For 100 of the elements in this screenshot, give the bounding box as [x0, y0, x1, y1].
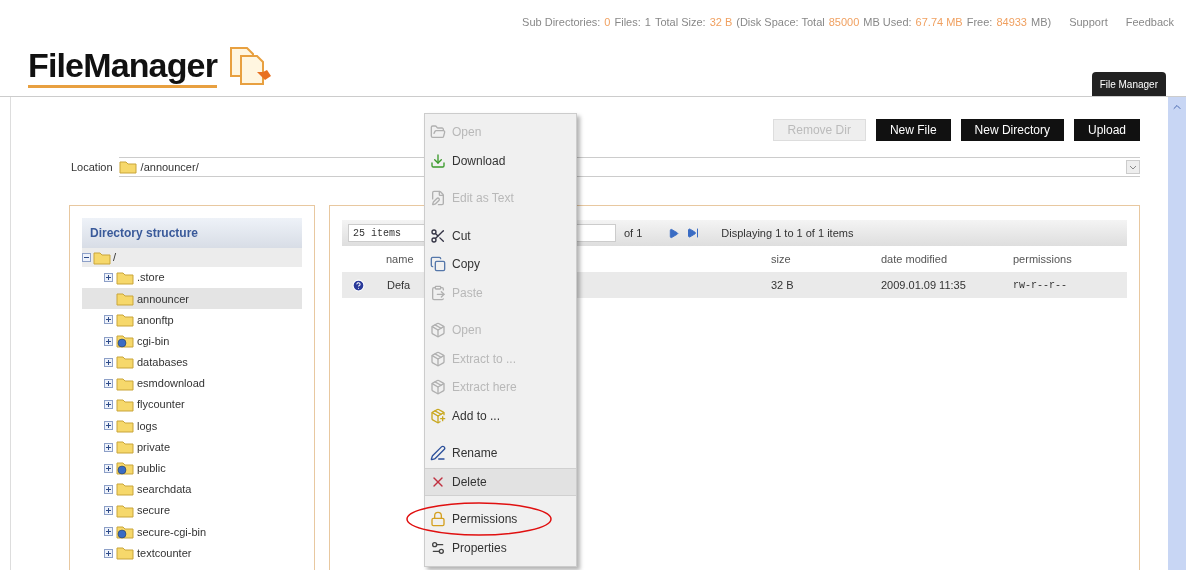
expand-icon[interactable]: [104, 463, 113, 473]
stat-value: 0: [604, 14, 611, 30]
folder-icon: [116, 376, 134, 391]
lock-icon: [430, 511, 446, 528]
pen-icon: [430, 445, 446, 462]
menu-item[interactable]: Download: [425, 146, 576, 175]
tree-item-label: cgi-bin: [137, 333, 170, 349]
file-name: Defa: [387, 277, 411, 293]
tree-item[interactable]: cgi-bin: [82, 330, 302, 352]
stat-value: 67.74 MB: [915, 14, 963, 30]
stat-value: 85000: [828, 14, 860, 30]
expand-icon[interactable]: [104, 484, 113, 494]
tree-item[interactable]: esmdownload: [82, 372, 302, 395]
stat-label: 1: [644, 14, 651, 30]
stat-label: MB): [1031, 14, 1052, 30]
scissors-icon: [430, 227, 446, 244]
folder-icon: [116, 440, 134, 455]
next-page-icon[interactable]: [668, 227, 680, 239]
tree-item-label: /: [113, 250, 117, 266]
tree-item-label: textcounter: [137, 545, 192, 561]
file-permissions: rw-r--r--: [1013, 278, 1067, 293]
file-size: 32 B: [771, 277, 795, 293]
expand-icon[interactable]: [104, 527, 113, 537]
location-value[interactable]: /announcer/: [140, 158, 199, 176]
expand-icon[interactable]: [104, 336, 113, 346]
menu-item[interactable]: Permissions: [425, 505, 576, 534]
stat-value: 32 B: [709, 14, 733, 30]
expand-icon[interactable]: [104, 379, 113, 389]
stat-label: Files:: [614, 14, 641, 30]
file-manager-tab[interactable]: File Manager: [1091, 72, 1166, 96]
tree-item[interactable]: databases: [82, 351, 302, 373]
menu-item[interactable]: Delete: [425, 467, 576, 496]
folder-icon: [93, 250, 111, 265]
tree-item-label: public: [137, 461, 166, 477]
expand-icon[interactable]: [104, 315, 113, 325]
expand-icon[interactable]: [104, 357, 113, 367]
tree-item[interactable]: anonftp: [82, 309, 302, 331]
column-header: size: [771, 251, 792, 267]
expand-icon[interactable]: [104, 400, 113, 410]
tree-item-label: flycounter: [137, 397, 185, 413]
tree-item-label: esmdownload: [137, 376, 205, 392]
toolbar-button[interactable]: New Directory: [960, 119, 1064, 141]
tree-item[interactable]: /: [82, 248, 302, 267]
expand-icon[interactable]: [104, 442, 113, 452]
folder-icon: [116, 355, 134, 370]
page-count: of 1: [624, 225, 643, 241]
tree-item-label: searchdata: [137, 482, 192, 498]
folder-icon: [116, 482, 134, 497]
collapse-icon[interactable]: [82, 253, 91, 262]
tree-header: Directory structure: [82, 218, 302, 248]
tree-item-label: private: [137, 439, 171, 455]
stat-label: (Disk Space: Total: [736, 14, 825, 30]
tree-item-label: secure: [137, 503, 171, 519]
tree-item-label: .store: [137, 270, 165, 286]
tree-item[interactable]: textcounter: [82, 542, 302, 564]
expand-icon[interactable]: [104, 421, 113, 431]
folder-icon: [116, 397, 134, 412]
file-date: 2009.01.09 11:35: [881, 277, 967, 293]
tree-item[interactable]: searchdata: [82, 478, 302, 501]
expand-icon[interactable]: [104, 548, 113, 558]
dropdown-icon[interactable]: [1126, 160, 1140, 174]
stat-value: 84933: [996, 14, 1027, 30]
tree-item[interactable]: flycounter: [82, 394, 302, 416]
tree-item[interactable]: logs: [82, 415, 302, 437]
toolbar-button[interactable]: New File: [875, 119, 951, 141]
menu-item[interactable]: Cut: [425, 221, 576, 250]
last-page-icon[interactable]: [687, 227, 700, 239]
header-link[interactable]: Feedback: [1125, 13, 1174, 31]
expand-icon[interactable]: [104, 273, 113, 283]
copy-icon: [430, 256, 446, 273]
tree-item[interactable]: secure: [82, 500, 302, 522]
toolbar-button[interactable]: Upload: [1073, 119, 1140, 141]
folder-icon: [116, 270, 134, 285]
stat-label: Total Size:: [654, 14, 706, 30]
folder-icon: [116, 546, 134, 561]
column-header: permissions: [1013, 251, 1072, 267]
tree-item[interactable]: public: [82, 457, 302, 479]
tree-item[interactable]: announcer: [82, 288, 302, 310]
folder-icon: [116, 291, 134, 306]
location-label: Location: [71, 159, 113, 175]
tree-item-label: secure-cgi-bin: [137, 524, 207, 540]
header-link[interactable]: Support: [1069, 13, 1108, 31]
tree-item-label: anonftp: [137, 312, 174, 328]
package-icon: [430, 322, 446, 339]
tree-item[interactable]: private: [82, 436, 302, 458]
stat-label: MB Used:: [863, 14, 912, 30]
tree-item-label: announcer: [137, 291, 189, 307]
web-folder-icon: [116, 524, 134, 539]
tree-item[interactable]: secure-cgi-bin: [82, 521, 302, 543]
menu-item[interactable]: Rename: [425, 439, 576, 468]
logo-text: FileManager: [28, 44, 218, 88]
expand-icon[interactable]: [104, 506, 113, 516]
pager-summary: Displaying 1 to 1 of 1 items: [721, 225, 854, 241]
tree-item[interactable]: .store: [82, 267, 302, 289]
stat-label: Free:: [966, 14, 993, 30]
menu-item[interactable]: Add to ...: [425, 401, 576, 430]
folder-icon: [116, 312, 134, 327]
scrollbar[interactable]: [1168, 97, 1186, 570]
stat-label: Sub Directories:: [522, 14, 601, 30]
menu-item[interactable]: Properties: [425, 533, 576, 562]
